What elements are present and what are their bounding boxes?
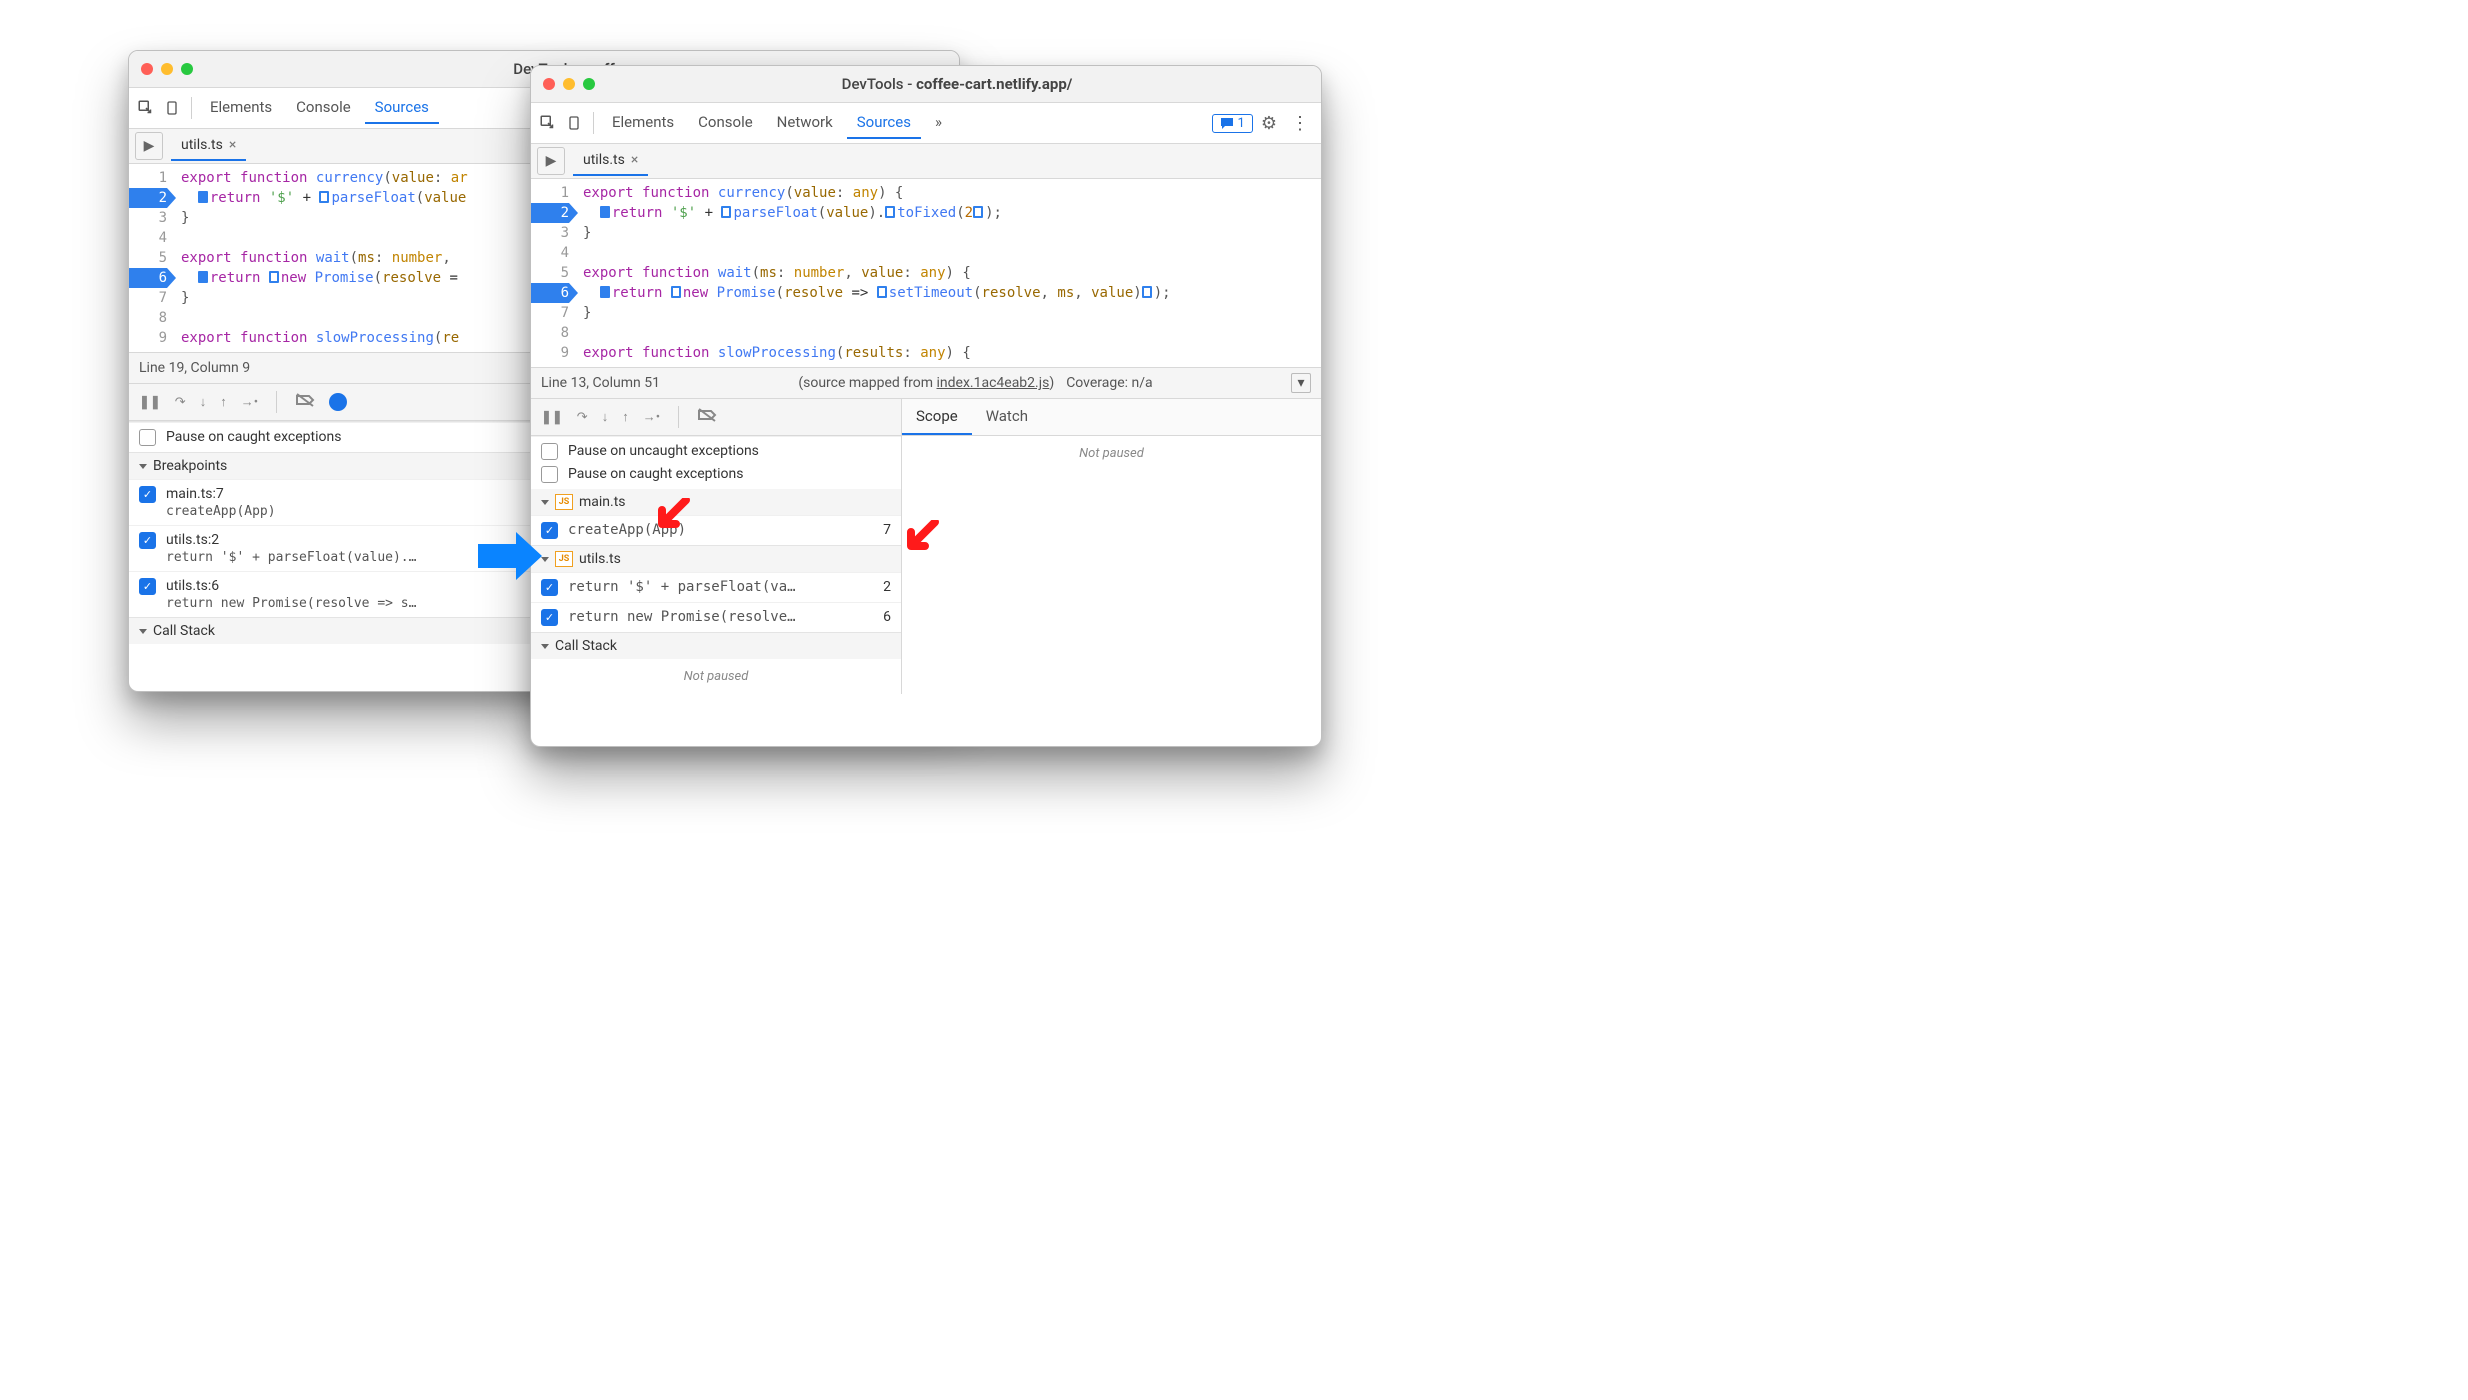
file-tab-utils[interactable]: utils.ts×: [573, 146, 648, 176]
annotation-arrow-red: [901, 520, 941, 560]
step-icon[interactable]: →•: [241, 394, 258, 410]
run-snippet-icon[interactable]: ▶: [537, 147, 565, 175]
breakpoint-item[interactable]: createApp(App)7: [531, 515, 901, 545]
step-out-icon[interactable]: ↑: [622, 409, 629, 425]
zoom-icon[interactable]: [583, 78, 595, 90]
file-tab-bar: ▶ utils.ts×: [531, 144, 1321, 179]
annotation-arrow-blue: [478, 532, 542, 580]
tab-scope[interactable]: Scope: [902, 399, 972, 435]
device-icon[interactable]: [563, 112, 585, 134]
tab-console[interactable]: Console: [688, 107, 763, 139]
close-icon[interactable]: [543, 78, 555, 90]
deactivate-breakpoints-icon[interactable]: [295, 392, 315, 412]
tab-elements[interactable]: Elements: [602, 107, 684, 139]
editor-status-bar: Line 13, Column 51 (source mapped from i…: [531, 368, 1321, 399]
annotation-arrow-red: [652, 498, 692, 538]
source-map-link[interactable]: index.1ac4eab2.js: [937, 375, 1050, 391]
issues-badge[interactable]: 1: [1212, 114, 1253, 133]
pause-caught-checkbox[interactable]: Pause on caught exceptions: [531, 466, 901, 489]
sidebar-tabs: Scope Watch: [902, 399, 1321, 436]
tab-console[interactable]: Console: [286, 92, 361, 124]
pause-icon[interactable]: ❚❚: [139, 395, 161, 410]
inspect-icon[interactable]: [135, 97, 157, 119]
debugger-left-pane: ❚❚ ↷ ↓ ↑ →• Pause on uncaught exceptions…: [531, 399, 902, 694]
pause-exceptions-icon[interactable]: [329, 393, 347, 411]
file-tab-utils[interactable]: utils.ts×: [171, 131, 246, 161]
step-over-icon[interactable]: ↷: [175, 395, 186, 410]
debugger-controls: ❚❚ ↷ ↓ ↑ →•: [531, 399, 901, 436]
tab-network[interactable]: Network: [767, 107, 843, 139]
zoom-icon[interactable]: [181, 63, 193, 75]
breakpoint-item[interactable]: return '$' + parseFloat(va…2: [531, 572, 901, 602]
source-map-info: (source mapped from index.1ac4eab2.js): [798, 375, 1054, 391]
main-toolbar: Elements Console Network Sources » 1 ⚙ ⋮: [531, 103, 1321, 144]
breakpoint-item[interactable]: return new Promise(resolve…6: [531, 602, 901, 632]
cursor-position: Line 19, Column 9: [139, 360, 250, 376]
device-icon[interactable]: [161, 97, 183, 119]
close-tab-icon[interactable]: ×: [631, 152, 638, 168]
coverage-toggle-icon[interactable]: ▾: [1291, 373, 1311, 393]
tab-elements[interactable]: Elements: [200, 92, 282, 124]
pause-icon[interactable]: ❚❚: [541, 410, 563, 425]
window-title: DevTools - coffee-cart.netlify.app/: [605, 75, 1309, 93]
close-icon[interactable]: [141, 63, 153, 75]
step-over-icon[interactable]: ↷: [577, 410, 588, 425]
run-snippet-icon[interactable]: ▶: [135, 132, 163, 160]
settings-icon[interactable]: ⚙: [1261, 113, 1277, 134]
titlebar[interactable]: DevTools - coffee-cart.netlify.app/: [531, 66, 1321, 103]
breakpoint-file-group[interactable]: JSutils.ts: [531, 546, 901, 572]
step-icon[interactable]: →•: [643, 409, 660, 425]
traffic-lights[interactable]: [141, 63, 193, 75]
minimize-icon[interactable]: [563, 78, 575, 90]
step-out-icon[interactable]: ↑: [220, 394, 227, 410]
tabs-overflow[interactable]: »: [925, 107, 952, 139]
devtools-window-new: DevTools - coffee-cart.netlify.app/ Elem…: [530, 65, 1322, 747]
tab-watch[interactable]: Watch: [972, 399, 1042, 435]
tab-sources[interactable]: Sources: [847, 107, 921, 139]
step-into-icon[interactable]: ↓: [200, 394, 207, 410]
coverage-info: Coverage: n/a: [1066, 375, 1152, 391]
minimize-icon[interactable]: [161, 63, 173, 75]
deactivate-breakpoints-icon[interactable]: [697, 407, 717, 427]
breakpoint-file-group[interactable]: JSmain.ts: [531, 489, 901, 515]
close-tab-icon[interactable]: ×: [229, 137, 236, 153]
step-into-icon[interactable]: ↓: [602, 409, 609, 425]
pause-uncaught-checkbox[interactable]: Pause on uncaught exceptions: [531, 436, 901, 466]
kebab-menu-icon[interactable]: ⋮: [1285, 113, 1315, 134]
debugger-right-pane: Scope Watch Not paused: [902, 399, 1321, 694]
inspect-icon[interactable]: [537, 112, 559, 134]
code-editor[interactable]: 123456789export function currency(value:…: [531, 179, 1321, 368]
tab-sources[interactable]: Sources: [365, 92, 439, 124]
not-paused-label: Not paused: [531, 659, 901, 694]
not-paused-label: Not paused: [902, 436, 1321, 471]
traffic-lights[interactable]: [543, 78, 595, 90]
cursor-position: Line 13, Column 51: [541, 375, 660, 391]
callstack-section[interactable]: Call Stack: [531, 633, 901, 659]
